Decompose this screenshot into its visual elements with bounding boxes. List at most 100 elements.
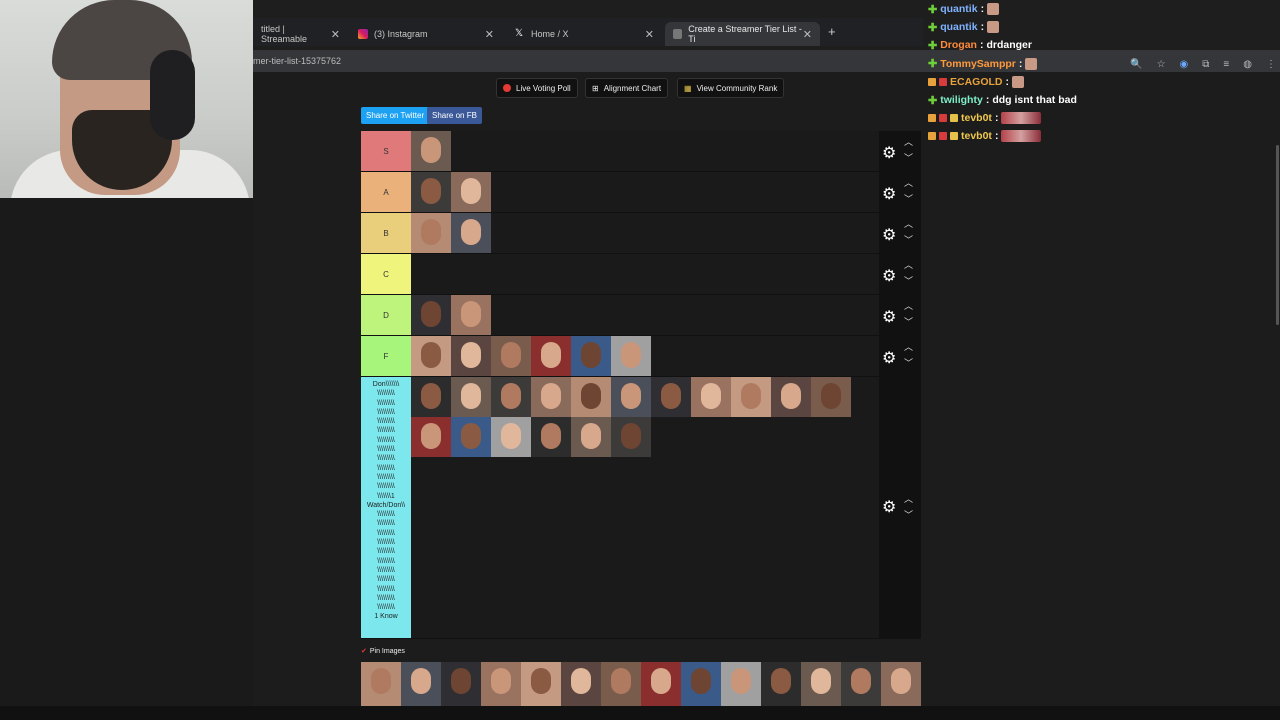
tab-instagram[interactable]: (3) Instagram ✕ — [350, 22, 502, 46]
tier-label-line: \\\\\\\\\ — [377, 446, 395, 454]
chevron-up-icon[interactable]: ︿ — [904, 258, 913, 271]
tier-item-image[interactable] — [451, 172, 491, 212]
chevron-up-icon[interactable]: ︿ — [904, 176, 913, 189]
tier-label[interactable]: D — [361, 295, 411, 335]
share-fb-button[interactable]: Share on FB — [427, 107, 482, 124]
tier-item-image[interactable] — [601, 662, 641, 706]
close-icon[interactable]: ✕ — [331, 28, 340, 41]
tier-item-image[interactable] — [411, 417, 451, 457]
tier-item-image[interactable] — [561, 662, 601, 706]
gear-icon[interactable]: ⚙ — [882, 307, 896, 327]
tier-item-image[interactable] — [571, 377, 611, 417]
gear-icon[interactable]: ⚙ — [882, 266, 896, 286]
tier-label[interactable]: Don\\\\\\\ \\\\\\\\\ \\\\\\\\\ \\\\\\\\\ \\\… — [361, 377, 411, 638]
close-icon[interactable]: ✕ — [645, 28, 654, 41]
tier-item-image[interactable] — [531, 417, 571, 457]
tier-label[interactable]: F — [361, 336, 411, 376]
tab-streamable[interactable]: titled | Streamable ✕ — [253, 22, 348, 46]
tier-item-image[interactable] — [451, 295, 491, 335]
scrollbar[interactable] — [1276, 145, 1279, 325]
tab-x[interactable]: 𝕏 Home / X ✕ — [507, 22, 662, 46]
tier-item-image[interactable] — [411, 172, 451, 212]
chevron-up-icon[interactable]: ︿ — [904, 217, 913, 230]
tier-item-image[interactable] — [411, 131, 451, 171]
tier-item-image[interactable] — [571, 417, 611, 457]
gear-icon[interactable]: ⚙ — [882, 143, 896, 163]
tier-item-image[interactable] — [491, 336, 531, 376]
tier-item-image[interactable] — [691, 377, 731, 417]
tier-item-image[interactable] — [881, 662, 921, 706]
gear-icon[interactable]: ⚙ — [882, 497, 896, 517]
tier-item-image[interactable] — [451, 213, 491, 253]
chevron-down-icon[interactable]: ﹀ — [904, 151, 913, 164]
tier-item-image[interactable] — [611, 377, 651, 417]
live-voting-button[interactable]: Live Voting Poll — [496, 78, 578, 98]
chat-username[interactable]: Drogan — [940, 39, 977, 51]
badge-icon — [928, 77, 936, 86]
chevron-down-icon[interactable]: ﹀ — [904, 356, 913, 369]
chat-username[interactable]: twilighty — [940, 94, 983, 106]
chat-username[interactable]: ECAGOLD — [950, 76, 1003, 88]
chat-username[interactable]: quantik — [940, 21, 977, 33]
chat-username[interactable]: TommySamppr — [940, 58, 1016, 70]
tier-label[interactable]: B — [361, 213, 411, 253]
tier-item-image[interactable] — [571, 336, 611, 376]
chat-colon: : — [980, 21, 985, 34]
tier-item-image[interactable] — [411, 377, 451, 417]
tier-item-image[interactable] — [521, 662, 561, 706]
tier-item-image[interactable] — [411, 213, 451, 253]
chevron-down-icon[interactable]: ﹀ — [904, 233, 913, 246]
tier-item-image[interactable] — [451, 417, 491, 457]
new-tab-button[interactable]: + — [828, 24, 836, 39]
tier-item-image[interactable] — [401, 662, 441, 706]
tier-item-image[interactable] — [801, 662, 841, 706]
tab-tiermaker[interactable]: Create a Streamer Tier List - Ti ✕ — [665, 22, 820, 46]
tier-item-image[interactable] — [841, 662, 881, 706]
tier-item-image[interactable] — [681, 662, 721, 706]
tier-item-image[interactable] — [531, 377, 571, 417]
chevron-down-icon[interactable]: ﹀ — [904, 192, 913, 205]
tier-item-image[interactable] — [771, 377, 811, 417]
pin-images-label[interactable]: ✔ Pin Images — [361, 647, 405, 656]
chat-colon: : — [1005, 75, 1010, 88]
chevron-down-icon[interactable]: ﹀ — [904, 508, 913, 521]
tier-item-image[interactable] — [761, 662, 801, 706]
chevron-up-icon[interactable]: ︿ — [904, 492, 913, 505]
gear-icon[interactable]: ⚙ — [882, 184, 896, 204]
tier-item-image[interactable] — [491, 417, 531, 457]
chevron-down-icon[interactable]: ﹀ — [904, 274, 913, 287]
chevron-up-icon[interactable]: ︿ — [904, 340, 913, 353]
tier-item-image[interactable] — [411, 295, 451, 335]
tier-item-image[interactable] — [441, 662, 481, 706]
community-rank-button[interactable]: ▦ View Community Rank — [677, 78, 785, 98]
tier-label[interactable]: C — [361, 254, 411, 294]
alignment-chart-button[interactable]: ⊞ Alignment Chart — [585, 78, 669, 98]
chat-username[interactable]: tevb0t — [961, 112, 992, 124]
tier-item-image[interactable] — [451, 377, 491, 417]
chevron-up-icon[interactable]: ︿ — [904, 299, 913, 312]
tier-item-image[interactable] — [491, 377, 531, 417]
tier-item-image[interactable] — [731, 377, 771, 417]
close-icon[interactable]: ✕ — [485, 28, 494, 41]
chat-username[interactable]: quantik — [940, 3, 977, 15]
chevron-down-icon[interactable]: ﹀ — [904, 315, 913, 328]
tier-item-image[interactable] — [721, 662, 761, 706]
chat-username[interactable]: tevb0t — [961, 130, 992, 142]
chevron-up-icon[interactable]: ︿ — [904, 135, 913, 148]
gear-icon[interactable]: ⚙ — [882, 348, 896, 368]
close-icon[interactable]: ✕ — [803, 28, 812, 41]
tier-item-image[interactable] — [641, 662, 681, 706]
tier-item-image[interactable] — [811, 377, 851, 417]
tier-item-image[interactable] — [411, 336, 451, 376]
tier-item-image[interactable] — [531, 336, 571, 376]
tier-item-image[interactable] — [481, 662, 521, 706]
share-twitter-button[interactable]: Share on Twitter — [361, 107, 430, 124]
tier-label[interactable]: A — [361, 172, 411, 212]
tier-item-image[interactable] — [361, 662, 401, 706]
tier-item-image[interactable] — [611, 417, 651, 457]
tier-item-image[interactable] — [651, 377, 691, 417]
tier-label[interactable]: S — [361, 131, 411, 171]
gear-icon[interactable]: ⚙ — [882, 225, 896, 245]
tier-item-image[interactable] — [611, 336, 651, 376]
tier-item-image[interactable] — [451, 336, 491, 376]
